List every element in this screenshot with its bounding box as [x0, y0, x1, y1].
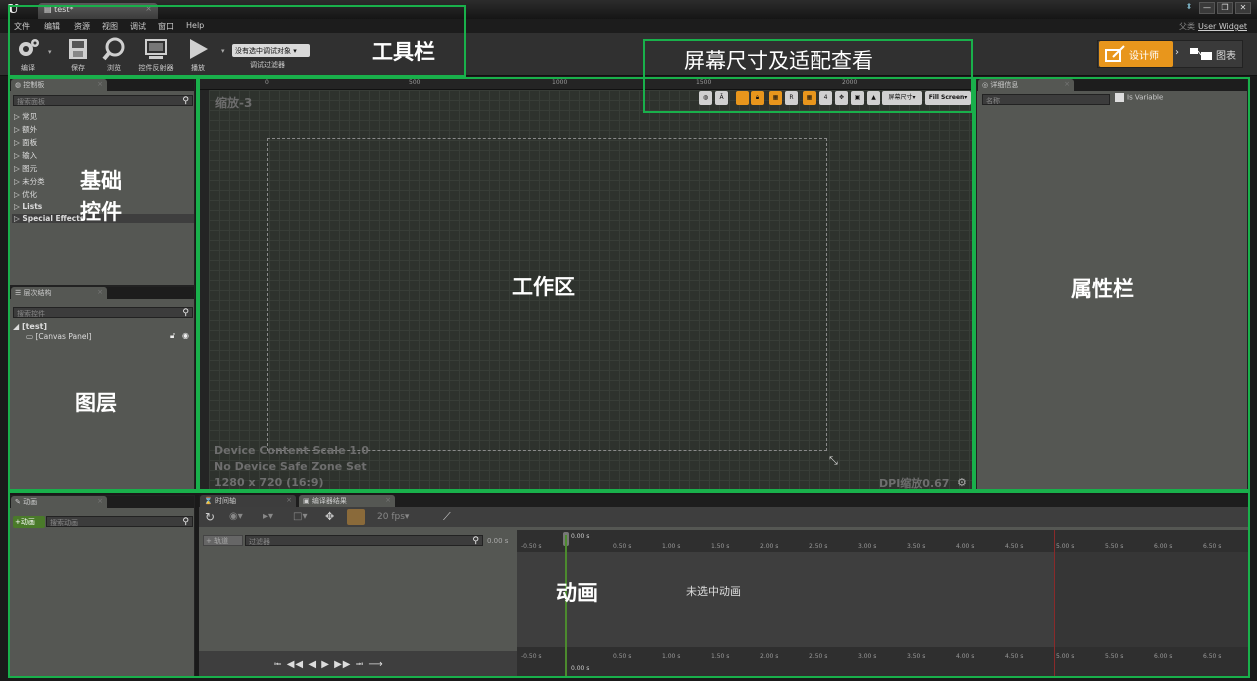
annotation-basic-widgets-label-2: 控件 — [80, 200, 122, 224]
annotation-box-left — [8, 77, 198, 491]
minimize-button[interactable]: — — [1199, 2, 1215, 14]
close-button[interactable]: ✕ — [1235, 2, 1251, 14]
graph-mode-label: 图表 — [1216, 51, 1236, 62]
graph-nodes-icon — [1190, 48, 1212, 60]
annotation-toolbar-label: 工具栏 — [372, 40, 435, 64]
maximize-button[interactable]: ❐ — [1217, 2, 1233, 14]
chevron-right-icon: › — [1175, 47, 1179, 58]
annotation-layers-label: 图层 — [75, 391, 117, 415]
annotation-properties-label: 属性栏 — [1071, 277, 1134, 301]
help-icon[interactable]: ⬍ — [1181, 2, 1197, 14]
parent-class-label: 父类 — [1179, 22, 1196, 31]
annotation-screen-label: 屏幕尺寸及适配查看 — [684, 49, 873, 73]
annotation-workspace-label: 工作区 — [512, 275, 575, 299]
designer-brush-icon — [1105, 45, 1125, 62]
annotation-animation-label: 动画 — [556, 581, 598, 605]
designer-mode-label: 设计师 — [1129, 51, 1159, 62]
graph-mode-button[interactable]: 图表 — [1186, 41, 1242, 67]
annotation-basic-widgets-label: 基础 — [80, 169, 122, 193]
annotation-box-workspace — [198, 77, 974, 491]
parent-class-link[interactable]: User Widget — [1198, 22, 1247, 31]
window-controls: ⬍ — ❐ ✕ — [1181, 2, 1251, 14]
designer-mode-button[interactable]: 设计师 — [1099, 41, 1173, 67]
parent-class: 父类 User Widget — [1179, 21, 1247, 32]
annotation-box-animation — [8, 491, 1250, 678]
